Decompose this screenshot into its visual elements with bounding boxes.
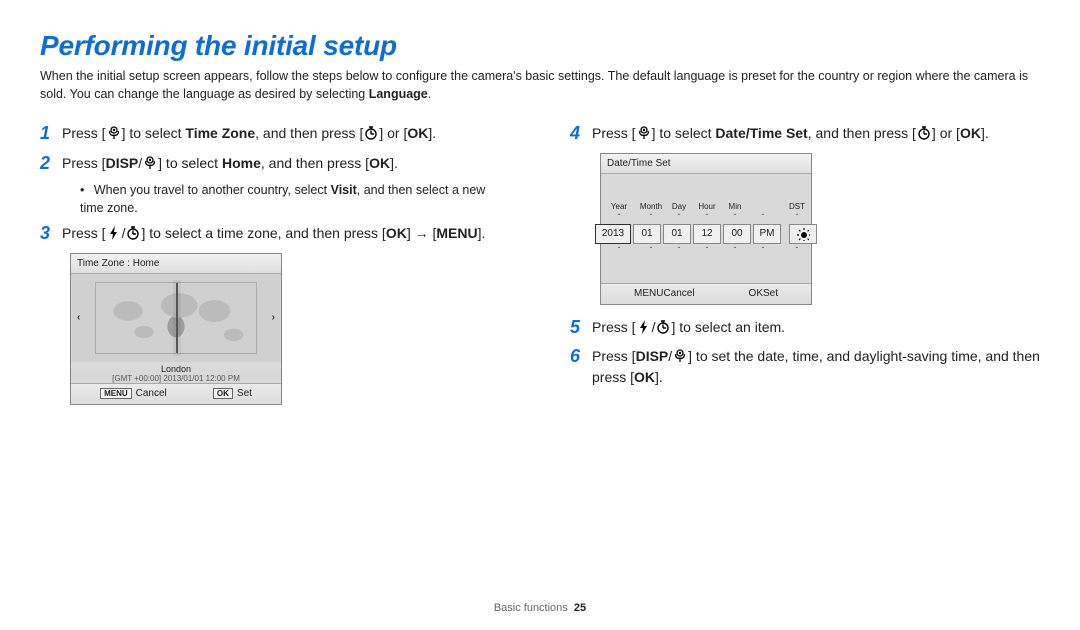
step-3-text: Press [/] to select a time zone, and the… [62, 223, 485, 244]
step-1-text: Press [] to select Time Zone, and then p… [62, 123, 436, 144]
timezone-city: London [71, 362, 281, 374]
timezone-meta: [GMT +00:00] 2013/01/01 12:00 PM [71, 374, 281, 383]
ampm-field: PM [753, 224, 781, 244]
datetime-up-arrows[interactable]: ˆˆˆˆˆˆˆ [602, 213, 810, 222]
page-title: Performing the initial setup [40, 30, 1040, 62]
step-2-text: Press [DISP/] to select Home, and then p… [62, 153, 398, 174]
step-number-2: 2 [40, 153, 62, 175]
ok-icon: OK [407, 125, 428, 141]
year-field: 2013 [595, 224, 631, 244]
day-field: 01 [663, 224, 691, 244]
page-footer: Basic functions 25 [0, 602, 1080, 614]
datetime-down-arrows[interactable]: ˇˇˇˇˇˇˇ [602, 246, 810, 255]
step-6-text: Press [DISP/] to set the date, time, and… [592, 346, 1040, 388]
step-number-1: 1 [40, 123, 62, 145]
step-number-5: 5 [570, 317, 592, 339]
step-number-4: 4 [570, 123, 592, 145]
step-number-6: 6 [570, 346, 592, 368]
macro-icon [142, 155, 158, 171]
step-number-3: 3 [40, 223, 62, 245]
min-field: 00 [723, 224, 751, 244]
timer-icon [916, 125, 932, 141]
set-button[interactable]: OKSet [749, 288, 778, 299]
hour-field: 12 [693, 224, 721, 244]
step-2-note: When you travel to another country, sele… [80, 182, 510, 217]
dst-field [789, 224, 817, 244]
world-map [95, 282, 257, 354]
set-button[interactable]: OKSet [213, 388, 252, 399]
timer-icon [125, 225, 141, 241]
datetime-values[interactable]: 2013 01 01 12 00 PM [595, 224, 817, 244]
disp-icon: DISP [106, 155, 139, 171]
disp-icon: DISP [636, 348, 669, 364]
ok-icon: OK [386, 225, 407, 241]
macro-icon [672, 348, 688, 364]
flash-icon [636, 319, 652, 335]
datetime-labels: Year Month Day Hour Min DST [602, 202, 810, 211]
datetime-screenshot: Date/Time Set Year Month Day Hour Min DS… [600, 153, 812, 305]
menu-icon: MENU [436, 225, 477, 241]
ok-icon: OK [634, 369, 655, 385]
timezone-title: Time Zone : Home [71, 254, 281, 274]
intro-text: When the initial setup screen appears, f… [40, 68, 1040, 103]
datetime-title: Date/Time Set [601, 154, 811, 174]
cancel-button[interactable]: MENUCancel [100, 388, 167, 399]
ok-icon: OK [960, 125, 981, 141]
cancel-button[interactable]: MENUCancel [634, 288, 695, 299]
timezone-screenshot: Time Zone : Home ‹ › London [GMT +00:00]… [70, 253, 282, 405]
chevron-right-icon[interactable]: › [272, 312, 275, 323]
ok-icon: OK [369, 155, 390, 171]
month-field: 01 [633, 224, 661, 244]
step-5-text: Press [/] to select an item. [592, 317, 785, 338]
timer-icon [363, 125, 379, 141]
timer-icon [655, 319, 671, 335]
macro-icon [636, 125, 652, 141]
flash-icon [106, 225, 122, 241]
step-4-text: Press [] to select Date/Time Set, and th… [592, 123, 989, 144]
macro-icon [106, 125, 122, 141]
chevron-left-icon[interactable]: ‹ [77, 312, 80, 323]
